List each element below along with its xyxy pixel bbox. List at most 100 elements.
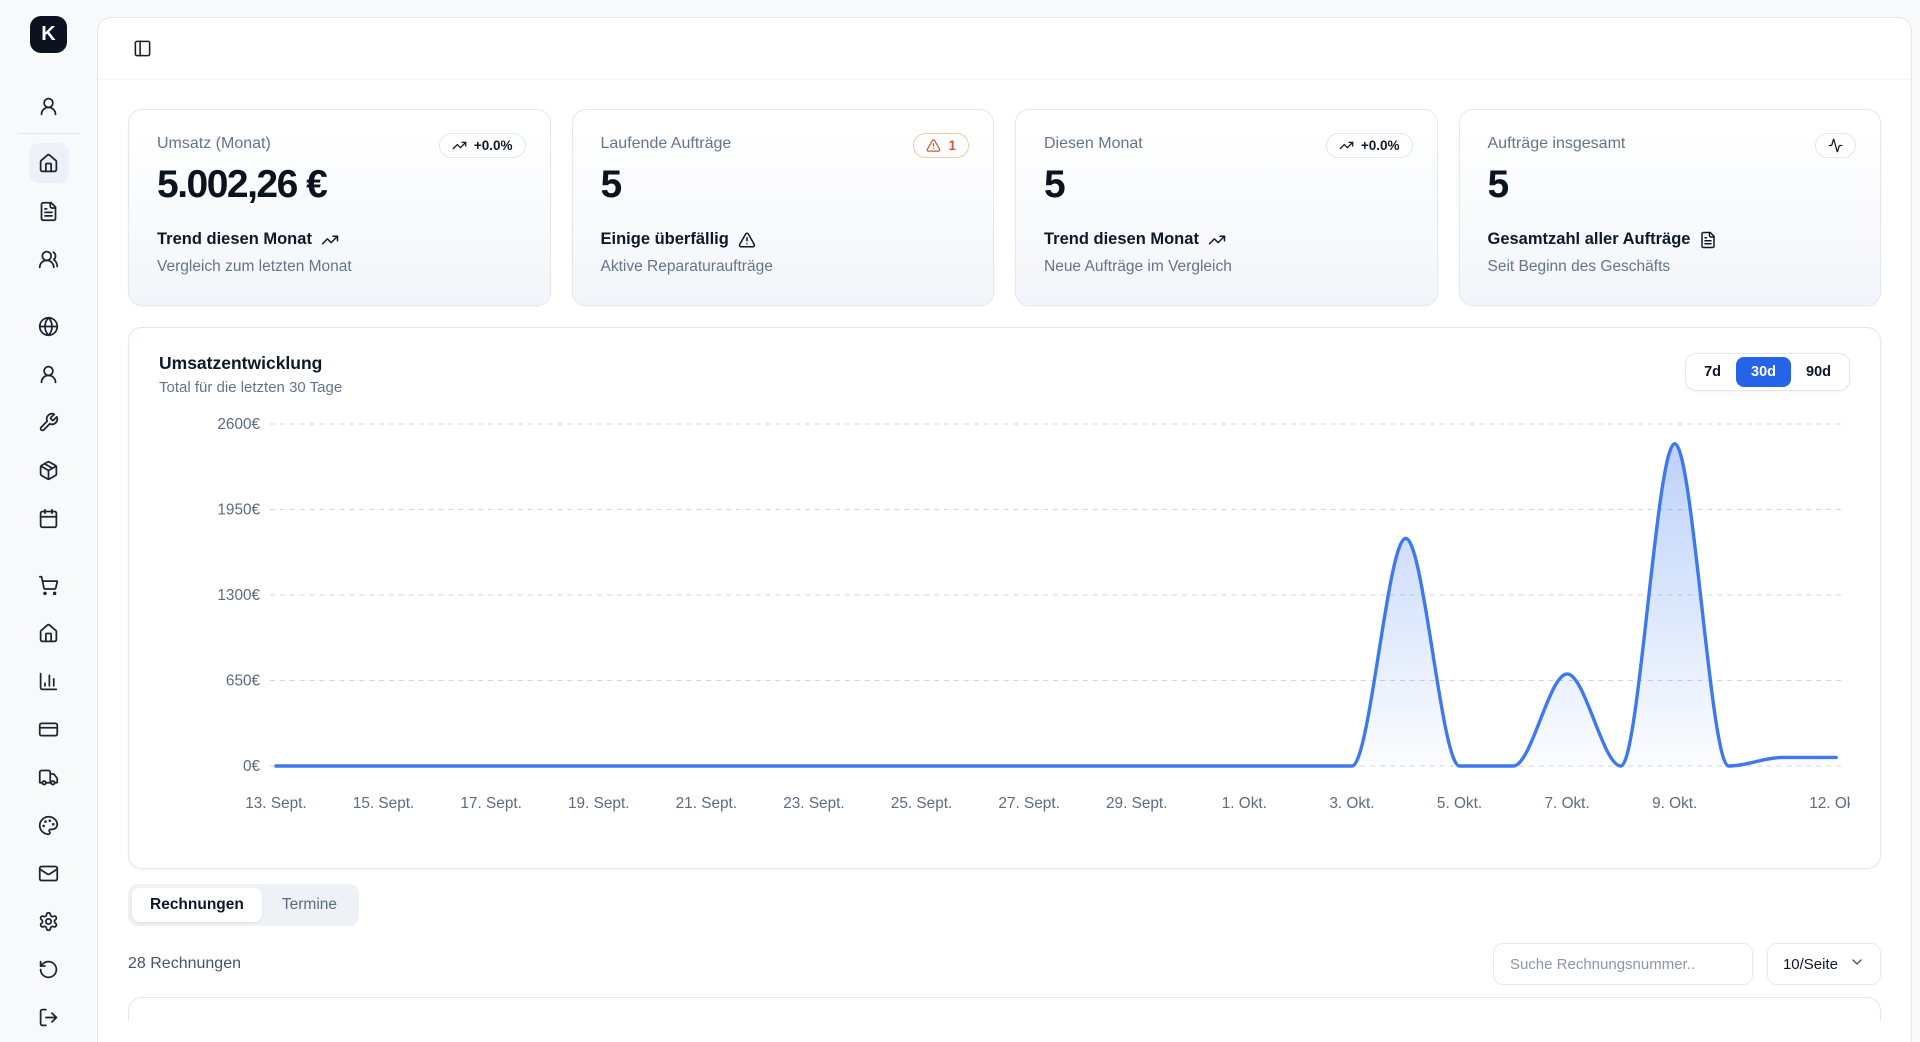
range-7d[interactable]: 7d — [1689, 357, 1736, 387]
svg-text:5. Okt.: 5. Okt. — [1437, 795, 1482, 812]
sidebar-toggle-button[interactable] — [124, 31, 160, 67]
palette-icon — [38, 815, 59, 836]
sidebar-nav — [18, 86, 80, 1037]
sidebar-item-house[interactable] — [29, 143, 69, 183]
credit-card-icon — [38, 719, 59, 740]
tabs: RechnungenTermine — [128, 884, 359, 926]
svg-text:21. Sept.: 21. Sept. — [676, 795, 737, 812]
trending-up-icon — [1208, 231, 1226, 249]
sidebar-item-globe[interactable] — [29, 306, 69, 346]
time-range-toggle: 7d30d90d — [1685, 353, 1850, 391]
sidebar-item-rotate-ccw[interactable] — [29, 949, 69, 989]
invoice-list-header: 28 Rechnungen 10/Seite — [128, 943, 1881, 985]
calendar-icon — [38, 508, 59, 529]
stat-card-trend: Einige überfällig — [601, 230, 966, 249]
wrench-icon — [38, 412, 59, 433]
svg-text:17. Sept.: 17. Sept. — [460, 795, 521, 812]
trending-up-icon — [1339, 138, 1354, 153]
page-content: Umsatz (Monat)+0.0%5.002,26 €Trend diese… — [98, 80, 1911, 1042]
stat-card-badge — [1815, 133, 1856, 158]
trending-up-icon — [452, 138, 467, 153]
invoice-count: 28 Rechnungen — [128, 955, 241, 973]
sidebar-item-package[interactable] — [29, 450, 69, 490]
alert-triangle-icon — [926, 138, 941, 153]
svg-text:1950€: 1950€ — [217, 501, 260, 518]
revenue-chart: 0€650€1300€1950€2600€13. Sept.15. Sept.1… — [159, 400, 1850, 860]
stat-card-badge: 1 — [913, 133, 969, 158]
sidebar-item-palette[interactable] — [29, 805, 69, 845]
sidebar-item-house[interactable] — [29, 613, 69, 653]
svg-text:19. Sept.: 19. Sept. — [568, 795, 629, 812]
chevron-down-icon — [1849, 954, 1865, 974]
users-round-icon — [38, 249, 59, 270]
tab-rechnungen[interactable]: Rechnungen — [132, 888, 262, 922]
stat-badge-text: +0.0% — [1361, 138, 1400, 153]
stat-card-laufende-aufträge: Laufende Aufträge15Einige überfälligAkti… — [572, 109, 995, 306]
stat-card-label: Aufträge insgesamt — [1488, 135, 1853, 153]
svg-text:27. Sept.: 27. Sept. — [998, 795, 1059, 812]
chart-title: Umsatzentwicklung — [159, 353, 342, 374]
page-size-value: 10/Seite — [1783, 956, 1838, 973]
sidebar-item-credit-card[interactable] — [29, 709, 69, 749]
chart-column-icon — [38, 671, 59, 692]
sidebar-item-users-round[interactable] — [29, 239, 69, 279]
range-90d[interactable]: 90d — [1791, 357, 1846, 387]
user-round-icon — [38, 364, 59, 385]
revenue-chart-card: Umsatzentwicklung Total für die letzten … — [128, 327, 1881, 869]
stat-card-diesen-monat: Diesen Monat+0.0%5Trend diesen MonatNeue… — [1015, 109, 1438, 306]
sidebar-item-wrench[interactable] — [29, 402, 69, 442]
main-panel: Umsatz (Monat)+0.0%5.002,26 €Trend diese… — [97, 17, 1912, 1042]
svg-text:3. Okt.: 3. Okt. — [1329, 795, 1374, 812]
sidebar-item-truck[interactable] — [29, 757, 69, 797]
svg-text:13. Sept.: 13. Sept. — [245, 795, 306, 812]
sidebar-group-main — [18, 143, 80, 279]
sidebar-item-user-round[interactable] — [29, 354, 69, 394]
stat-card-value: 5.002,26 € — [157, 163, 522, 207]
svg-text:0€: 0€ — [243, 758, 260, 775]
sidebar-divider — [18, 133, 80, 134]
invoice-controls: 10/Seite — [1493, 943, 1881, 985]
invoice-search-input[interactable] — [1493, 943, 1753, 985]
svg-text:650€: 650€ — [226, 672, 261, 689]
house-icon — [38, 153, 59, 174]
truck-icon — [38, 767, 59, 788]
svg-text:12. Okt.: 12. Okt. — [1809, 795, 1850, 812]
stat-badge-text: 1 — [948, 138, 956, 153]
stat-card-description: Aktive Reparaturaufträge — [601, 258, 966, 276]
sidebar-item-calendar[interactable] — [29, 498, 69, 538]
invoice-table-top — [128, 997, 1881, 1021]
sidebar-item-shopping-cart[interactable] — [29, 565, 69, 605]
tab-termine[interactable]: Termine — [264, 888, 355, 922]
shopping-cart-icon — [38, 575, 59, 596]
svg-text:25. Sept.: 25. Sept. — [891, 795, 952, 812]
svg-text:29. Sept.: 29. Sept. — [1106, 795, 1167, 812]
stat-card-value: 5 — [1488, 163, 1853, 207]
stat-card-trend: Trend diesen Monat — [157, 230, 522, 249]
log-out-icon — [38, 1007, 59, 1028]
stat-card-badge: +0.0% — [1326, 133, 1413, 158]
stat-card-umsatz-monat: Umsatz (Monat)+0.0%5.002,26 €Trend diese… — [128, 109, 551, 306]
sidebar-group-account — [18, 86, 80, 126]
user-round-icon — [38, 96, 59, 117]
sidebar-item-file-text[interactable] — [29, 191, 69, 231]
svg-text:2600€: 2600€ — [217, 416, 260, 433]
settings-icon — [38, 911, 59, 932]
topbar — [98, 18, 1911, 80]
mail-icon — [38, 863, 59, 884]
sidebar-item-chart-column[interactable] — [29, 661, 69, 701]
panel-left-icon — [133, 39, 152, 58]
page-size-select[interactable]: 10/Seite — [1767, 943, 1881, 985]
alert-triangle-icon — [738, 231, 756, 249]
trending-up-icon — [321, 231, 339, 249]
sidebar-item-settings[interactable] — [29, 901, 69, 941]
stat-card-description: Seit Beginn des Geschäfts — [1488, 258, 1853, 276]
rotate-ccw-icon — [38, 959, 59, 980]
sidebar-item-log-out[interactable] — [29, 997, 69, 1037]
range-30d[interactable]: 30d — [1736, 357, 1791, 387]
sidebar-item-user-round[interactable] — [29, 86, 69, 126]
svg-text:9. Okt.: 9. Okt. — [1652, 795, 1697, 812]
stat-card-badge: +0.0% — [439, 133, 526, 158]
sidebar-item-mail[interactable] — [29, 853, 69, 893]
app-logo[interactable]: K — [30, 16, 67, 53]
stat-card-label: Laufende Aufträge — [601, 135, 966, 153]
